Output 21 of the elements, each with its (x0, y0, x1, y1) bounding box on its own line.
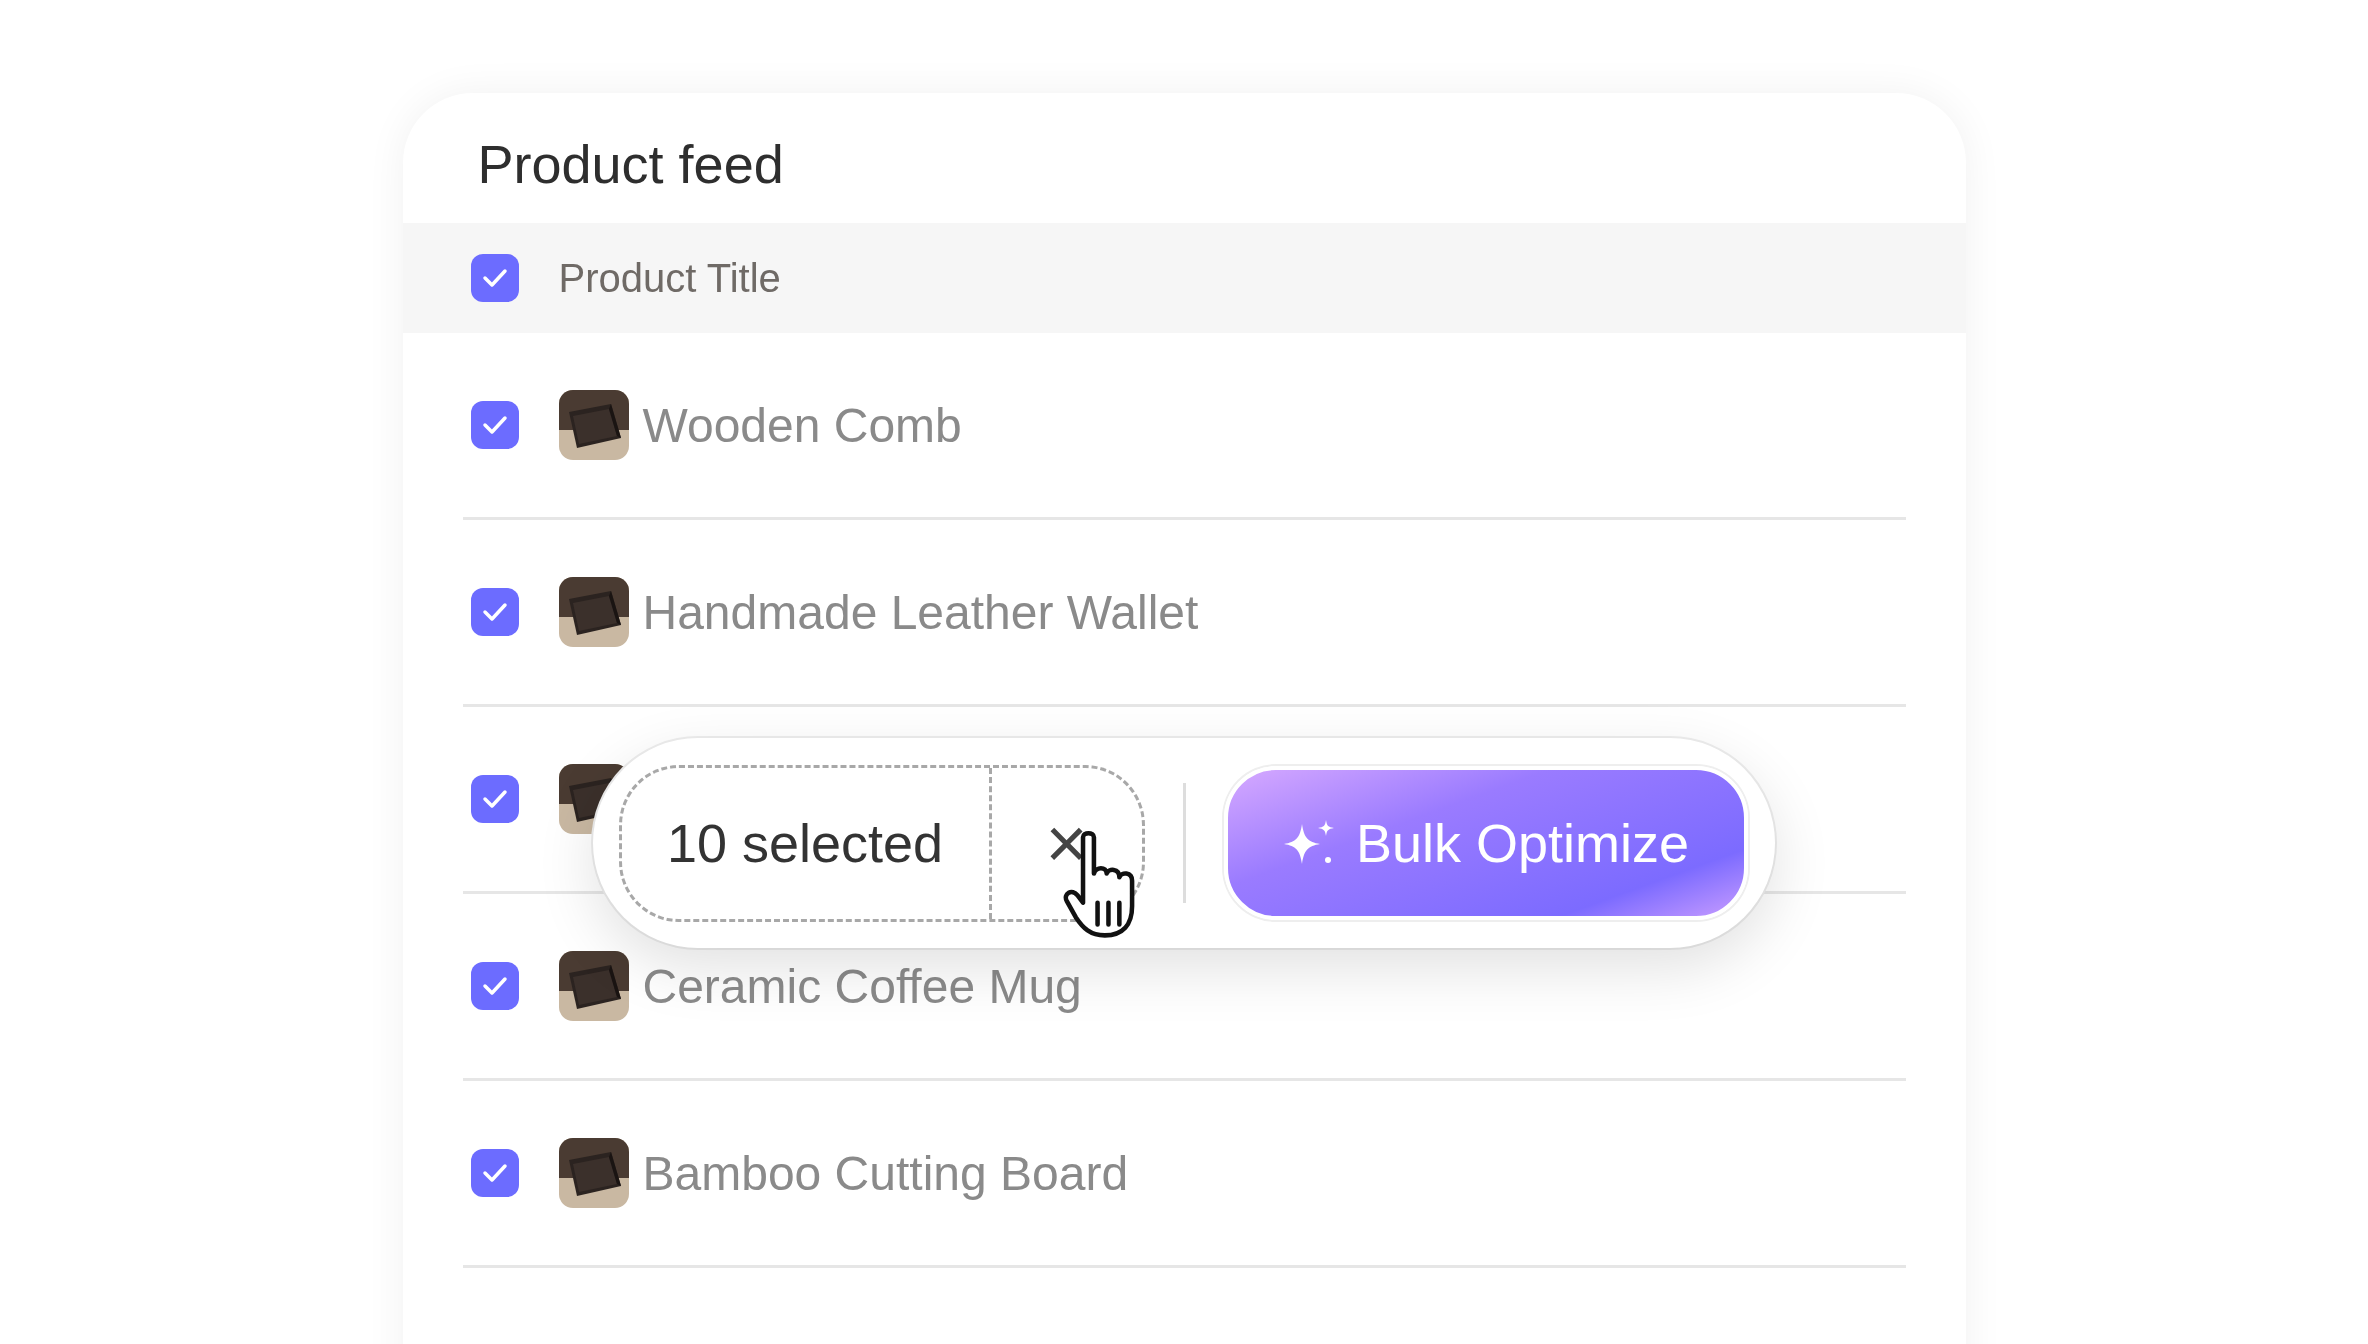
checkbox[interactable] (470, 1149, 519, 1197)
selected-count: 10 selected (621, 767, 992, 919)
check-icon (481, 789, 508, 809)
check-icon (481, 602, 508, 622)
checkbox[interactable] (470, 254, 519, 302)
checkbox[interactable] (470, 401, 519, 449)
product-title: Ceramic Coffee Mug (642, 958, 1082, 1014)
product-title: Wooden Comb (642, 397, 962, 453)
checkbox[interactable] (470, 775, 519, 823)
bulk-optimize-button[interactable]: Bulk Optimize (1223, 766, 1748, 920)
column-header: Product Title (558, 255, 781, 301)
card-title: Product feed (476, 133, 785, 196)
check-icon (481, 415, 508, 435)
check-icon (481, 976, 508, 996)
checkbox[interactable] (470, 588, 519, 636)
check-icon (481, 1163, 508, 1183)
check-icon (481, 268, 508, 288)
product-title: Bamboo Cutting Board (642, 1145, 1129, 1201)
product-title: Handmade Leather Wallet (642, 584, 1199, 640)
checkbox[interactable] (470, 962, 519, 1010)
close-button[interactable]: × (991, 767, 1142, 919)
